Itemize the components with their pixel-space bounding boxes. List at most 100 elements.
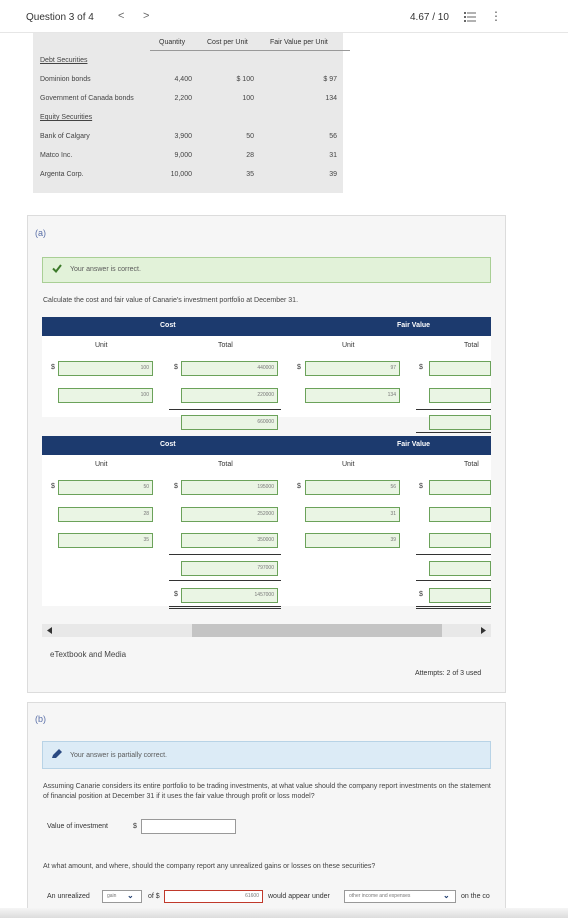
row-qty: 9,000 [174,152,192,159]
scroll-left-icon[interactable] [47,627,53,634]
equity-securities-heading: Equity Securities [40,114,93,121]
cost-unit-input[interactable]: 100 [58,361,153,376]
chevron-down-icon: ⌄ [127,891,134,900]
unit-col-header: Unit [95,342,108,349]
checkmark-icon [52,264,62,273]
of-dollar-label: of $ [148,893,160,900]
cost-unit-input[interactable]: 50 [58,480,153,495]
value-of-investment-label: Value of investment [47,823,108,830]
row-name: Government of Canada bonds [40,95,134,102]
total-col-header: Total [464,342,479,349]
cost-total-input[interactable]: 350000 [181,533,278,548]
row-name: Matco Inc. [40,152,73,159]
col-header-quantity: Quantity [159,39,186,46]
fv-subtotal-input[interactable] [429,415,491,430]
fv-total-input[interactable] [429,361,491,376]
attempts-counter: Attempts: 2 of 3 used [415,670,482,677]
prev-question-icon[interactable]: < [118,10,124,22]
dollar-sign: $ [174,591,178,598]
scroll-right-icon[interactable] [480,627,486,634]
subtotal-rule [169,554,281,555]
scrollbar-thumb[interactable] [192,624,442,637]
total-rule [416,580,491,581]
cost-total-input[interactable]: 440000 [181,361,278,376]
cost-total-input[interactable]: 220000 [181,388,278,403]
question-list-icon[interactable] [464,12,476,22]
row-qty: 10,000 [170,171,192,178]
row-cost: 35 [246,171,254,178]
more-options-icon[interactable]: ⋮ [490,9,502,23]
cost-subtotal-input[interactable]: 797000 [181,561,278,576]
question-header: Question 3 of 4 < > 4.67 / 10 ⋮ [0,0,568,33]
dollar-sign: $ [51,483,55,490]
fv-unit-input[interactable]: 31 [305,507,400,522]
fv-unit-input[interactable]: 97 [305,361,400,376]
dollar-sign: $ [297,364,301,371]
cost-unit-input[interactable]: 28 [58,507,153,522]
fv-grand-total-input[interactable] [429,588,491,603]
part-b-panel [27,702,506,918]
subtotal-rule [416,432,491,433]
unrealized-amount-input[interactable]: 61600 [164,890,263,903]
part-b-question: Assuming Canarie considers its entire po… [43,783,491,800]
fv-total-input[interactable] [429,533,491,548]
row-cost: 50 [246,133,254,140]
cost-grand-total-input[interactable]: 1457000 [181,588,278,603]
fv-unit-input[interactable]: 39 [305,533,400,548]
row-qty: 2,200 [174,95,192,102]
row-cost: $ 100 [236,76,254,83]
fv-total-input[interactable] [429,480,491,495]
fv-total-input[interactable] [429,388,491,403]
gain-loss-select-value: gain [107,893,117,899]
next-question-icon[interactable]: > [143,10,149,22]
fair-value-header: Fair Value [397,441,431,448]
subtotal-rule [416,554,491,555]
dollar-sign: $ [174,364,178,371]
row-fv: 39 [329,171,337,178]
statement-location-select[interactable]: other income and expenses [344,890,456,903]
fv-unit-input[interactable]: 56 [305,480,400,495]
gain-loss-select[interactable]: gain [102,890,142,903]
col-header-cost-per-unit: Cost per Unit [207,39,248,46]
row-qty: 4,400 [174,76,192,83]
instruction-text: Calculate the cost and fair value of Can… [43,297,299,304]
col-header-fair-value-per-unit: Fair Value per Unit [270,39,328,46]
fv-unit-input[interactable]: 134 [305,388,400,403]
double-rule [169,608,281,609]
unrealized-label: An unrealized [47,893,90,900]
cost-unit-input[interactable]: 35 [58,533,153,548]
question-counter: Question 3 of 4 [26,12,94,23]
fv-total-input[interactable] [429,507,491,522]
total-col-header: Total [218,461,233,468]
statement-location-select-value: other income and expenses [349,893,411,899]
row-name: Dominion bonds [40,76,91,83]
header-divider [150,50,350,51]
value-of-investment-input[interactable] [141,819,236,834]
cost-header: Cost [160,441,176,448]
trailing-text: on the co [461,893,490,900]
cost-total-input[interactable]: 252000 [181,507,278,522]
double-rule [169,606,281,607]
dollar-sign: $ [133,823,137,830]
part-b-label: (b) [35,714,46,724]
appear-under-label: would appear under [268,893,330,900]
dollar-sign: $ [51,364,55,371]
double-rule [416,606,491,607]
chevron-down-icon: ⌄ [443,891,450,900]
unit-col-header: Unit [95,461,108,468]
part-a-label: (a) [35,228,46,238]
fair-value-header: Fair Value [397,322,431,329]
cost-total-input[interactable]: 195000 [181,480,278,495]
cost-unit-input[interactable]: 100 [58,388,153,403]
unit-col-header: Unit [342,461,355,468]
row-cost: 100 [242,95,254,102]
pencil-icon [52,749,62,758]
row-cost: 28 [246,152,254,159]
fv-subtotal-input[interactable] [429,561,491,576]
etextbook-link[interactable]: eTextbook and Media [50,650,126,659]
total-col-header: Total [218,342,233,349]
dollar-sign: $ [419,364,423,371]
total-rule [169,580,281,581]
cost-subtotal-input[interactable]: 660000 [181,415,278,430]
part-b-question-2: At what amount, and where, should the co… [43,863,376,870]
